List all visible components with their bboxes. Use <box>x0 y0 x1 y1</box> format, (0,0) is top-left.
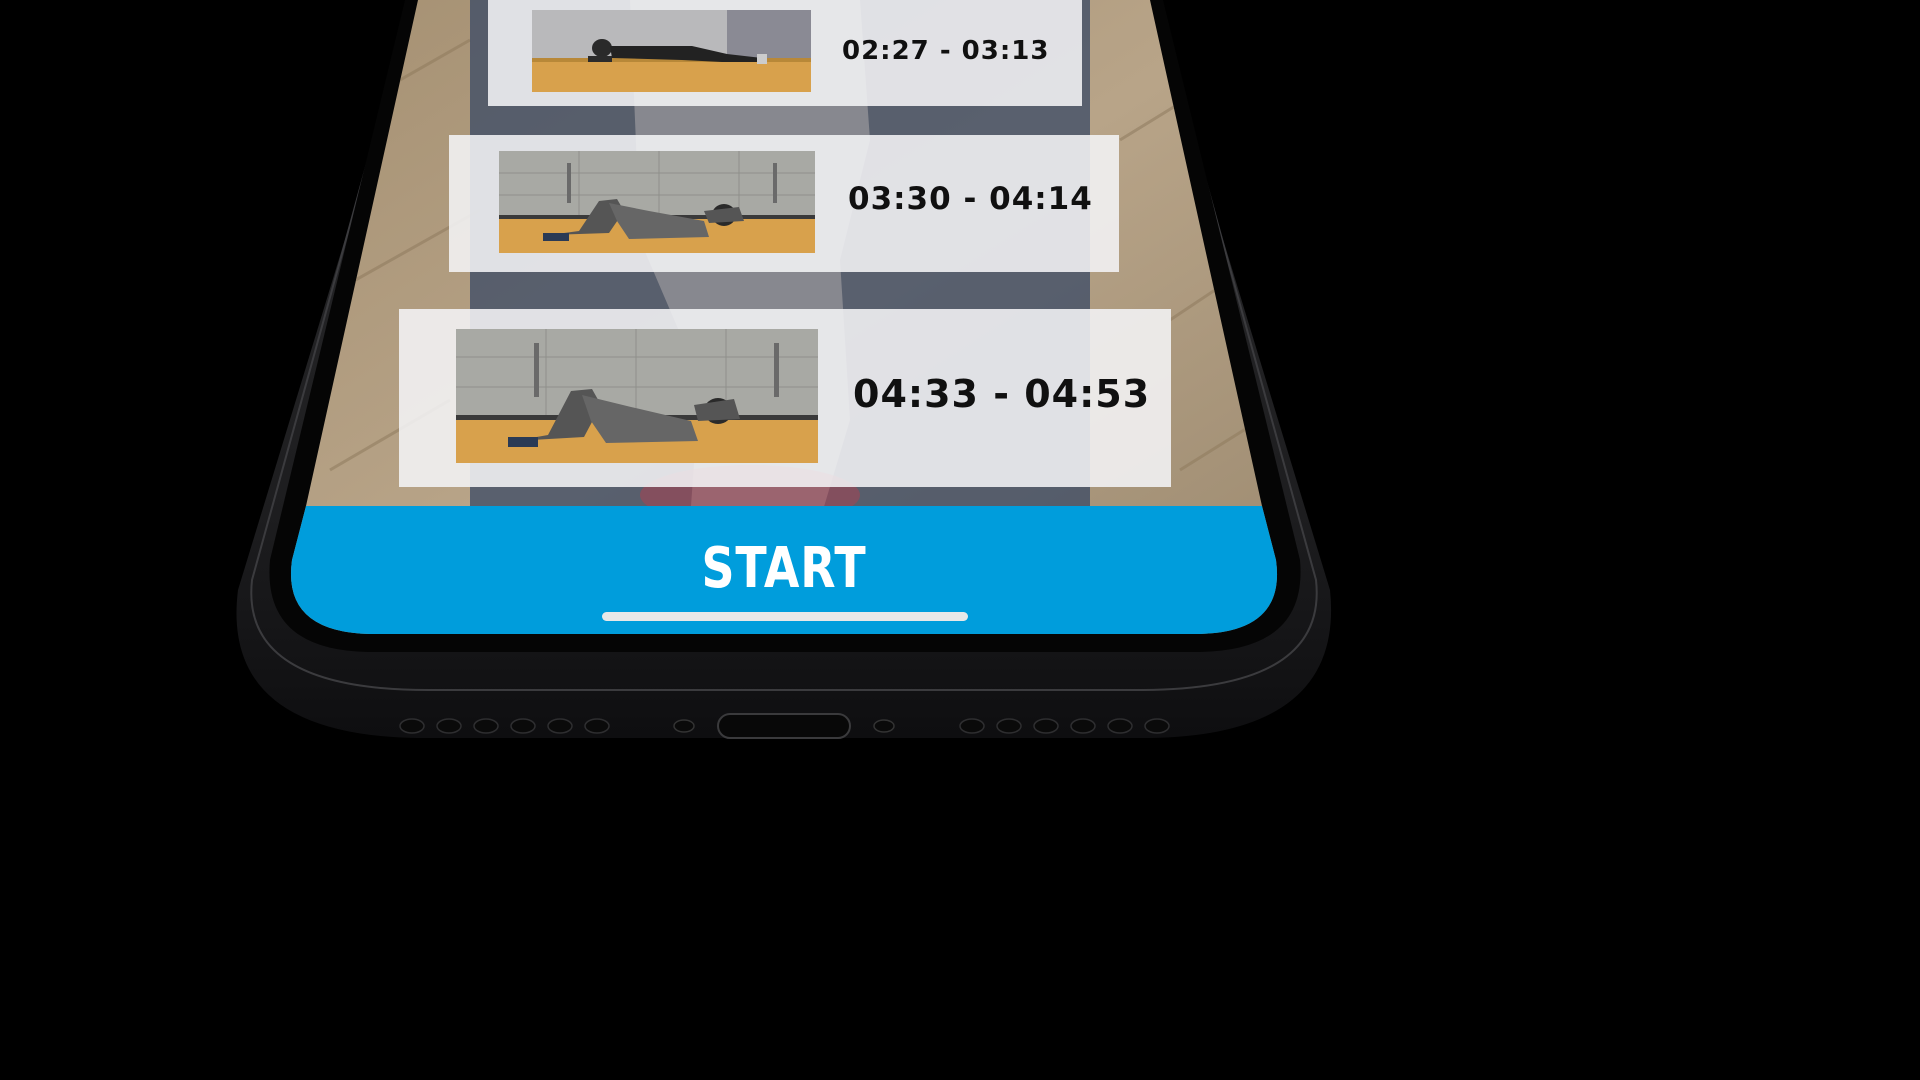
right-screw-icon <box>873 719 895 733</box>
lightning-port-icon <box>717 713 851 739</box>
left-screw-icon <box>673 719 695 733</box>
app-screenshot: 02:27 - 03:13 03:30 - 04:14 04:33 - 04:5… <box>0 0 1568 882</box>
right-speaker-grille <box>959 718 1170 734</box>
left-speaker-grille <box>399 718 610 734</box>
phone-bottom-hardware <box>399 713 1170 739</box>
